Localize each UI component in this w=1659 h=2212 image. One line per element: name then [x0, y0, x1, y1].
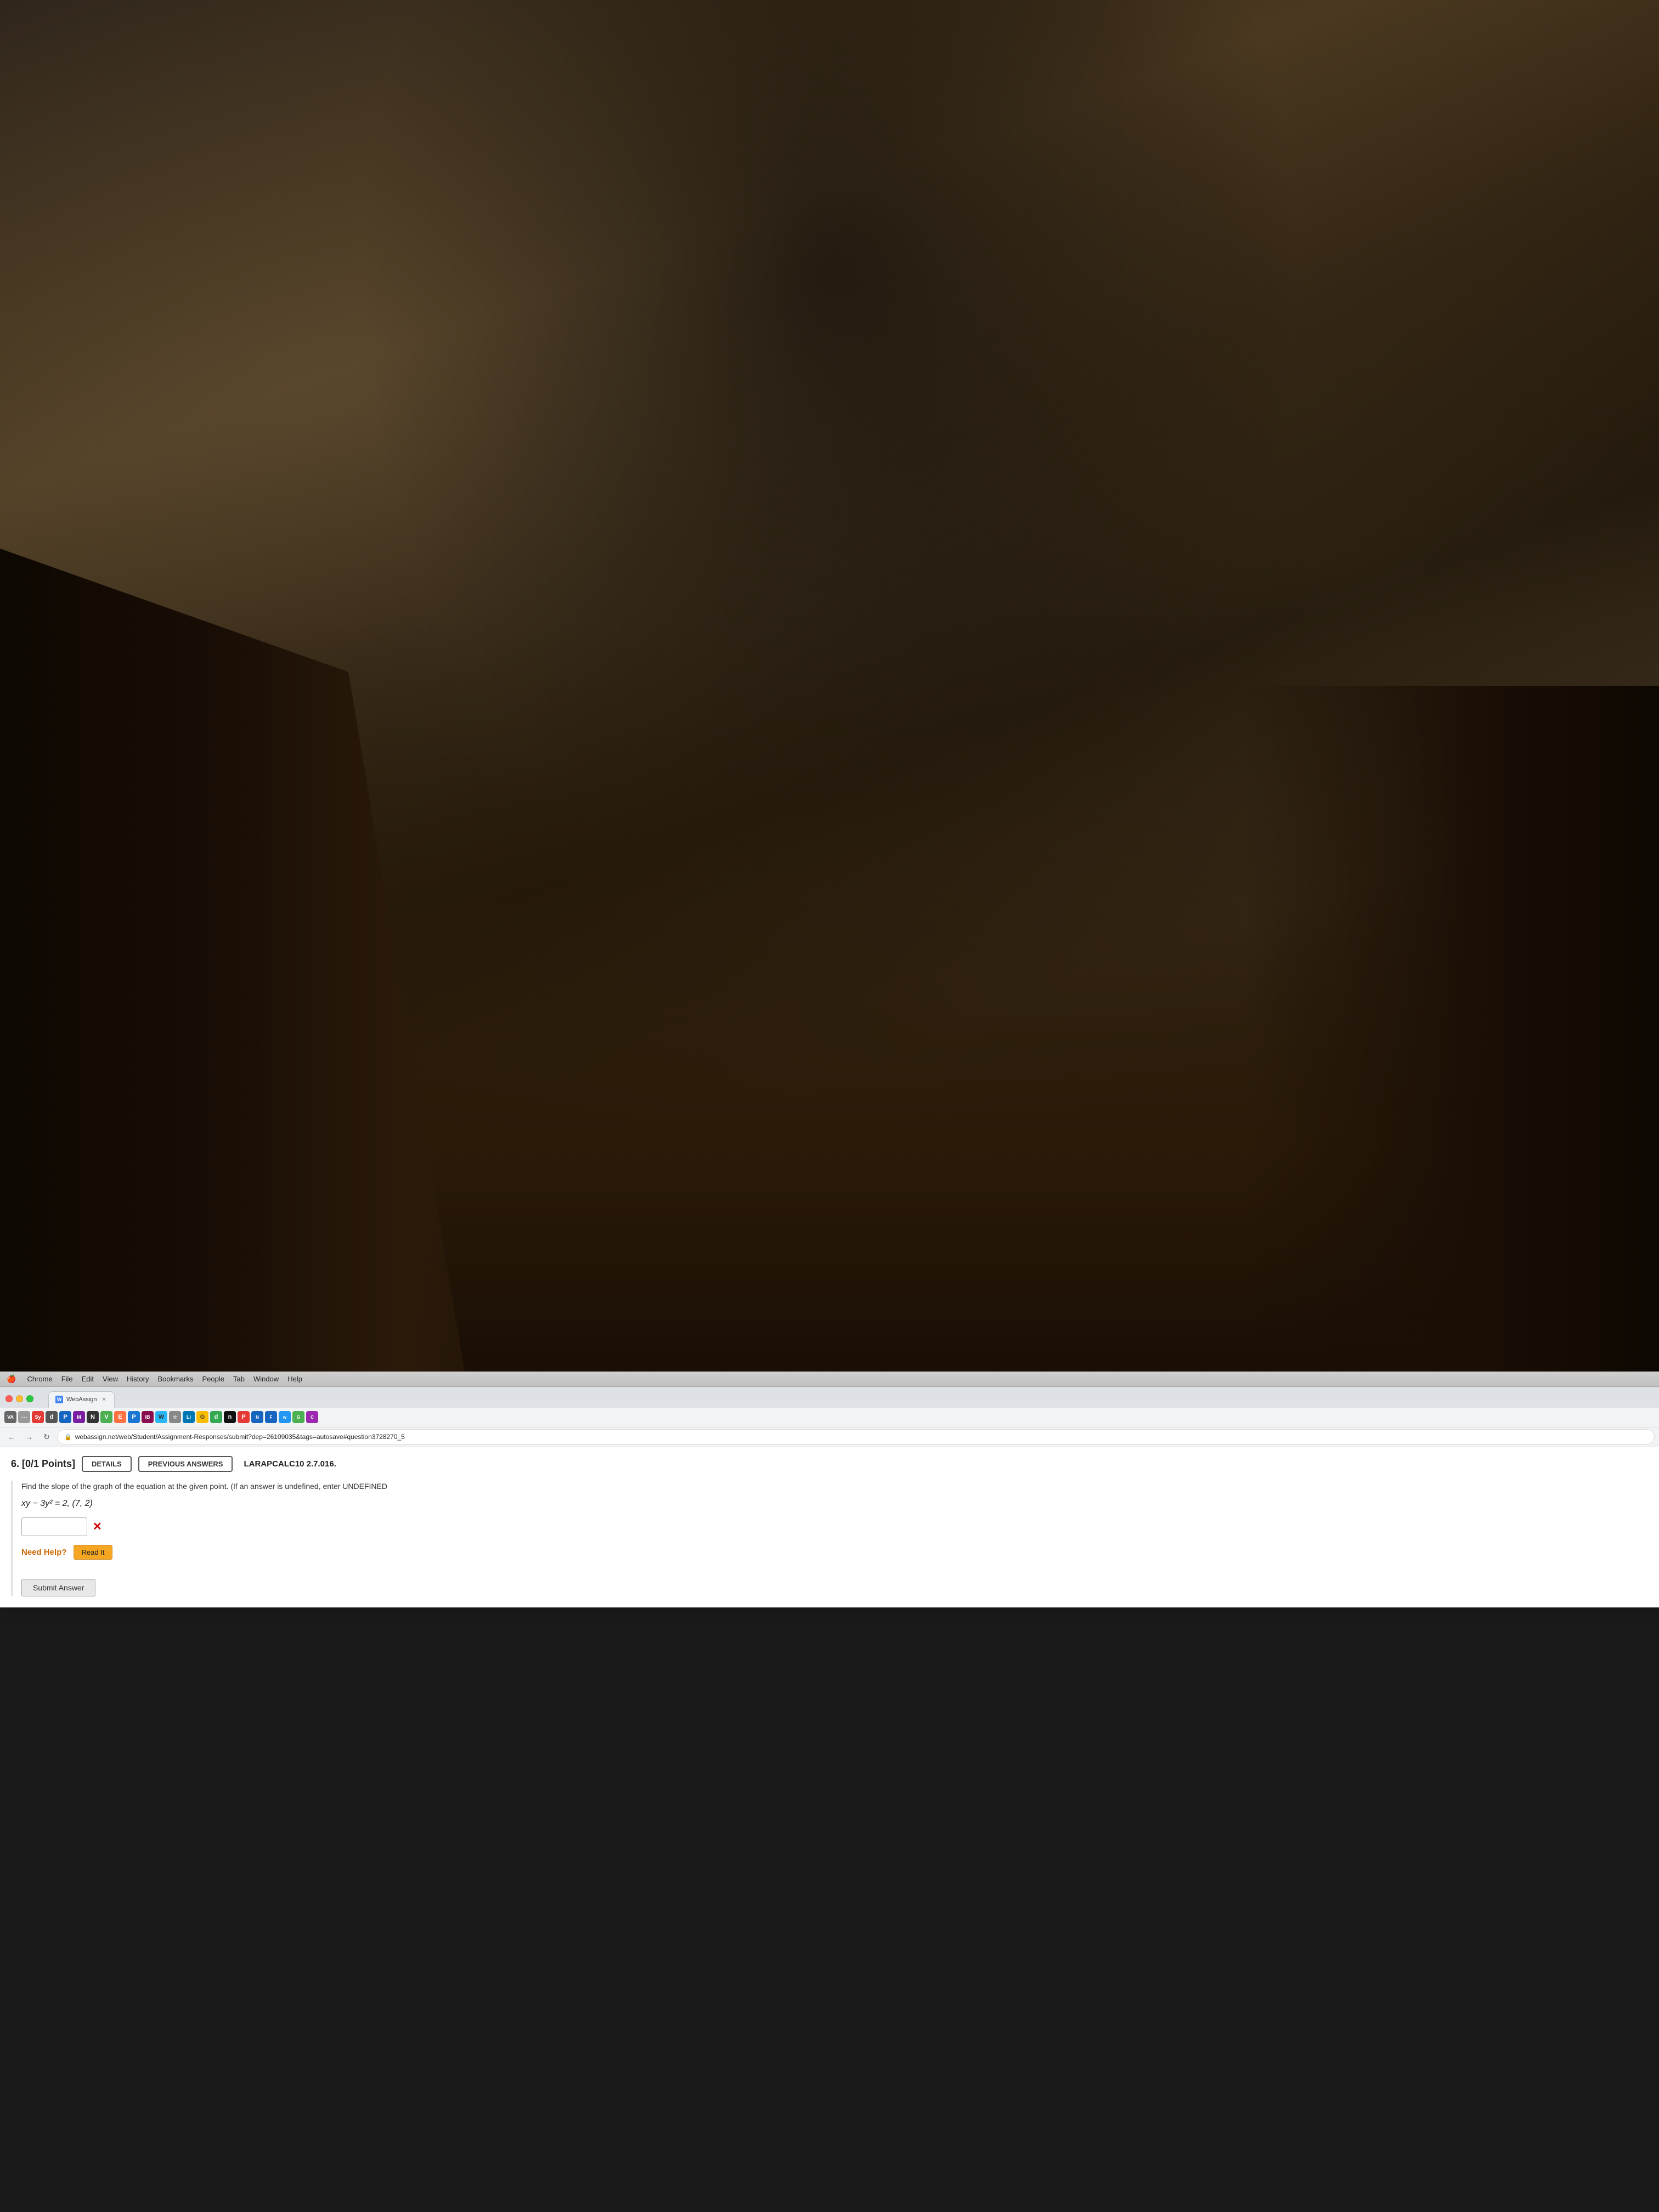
menu-help[interactable]: Help: [287, 1375, 302, 1383]
browser-wrapper: 🍎 Chrome File Edit View History Bookmark…: [0, 1372, 1659, 1607]
need-help-section: Need Help? Read It: [21, 1545, 1648, 1560]
menu-tab[interactable]: Tab: [233, 1375, 245, 1383]
ext-ef[interactable]: F: [265, 1411, 277, 1423]
ext-ib[interactable]: IB: [142, 1411, 154, 1423]
previous-answers-button[interactable]: PREVIOUS ANSWERS: [138, 1456, 233, 1472]
question-body: Find the slope of the graph of the equat…: [11, 1481, 1648, 1596]
read-it-button[interactable]: Read It: [74, 1545, 113, 1560]
ext-si[interactable]: ☆: [169, 1411, 181, 1423]
submit-button[interactable]: Submit Answer: [21, 1579, 95, 1596]
chrome-tabs-bar: W WebAssign ✕: [0, 1387, 1659, 1408]
ext-n1[interactable]: N: [87, 1411, 99, 1423]
address-input[interactable]: 🔒 webassign.net/web/Student/Assignment-R…: [57, 1429, 1655, 1444]
maximize-window-button[interactable]: [26, 1395, 33, 1402]
ext-mn[interactable]: M: [73, 1411, 85, 1423]
address-bar: ← → ↻ 🔒 webassign.net/web/Student/Assign…: [0, 1427, 1659, 1447]
question-number: 6. [0/1 Points]: [11, 1458, 75, 1470]
ext-p2[interactable]: P: [128, 1411, 140, 1423]
ext-va[interactable]: VA: [4, 1411, 16, 1423]
ext-sy[interactable]: Sy: [32, 1411, 44, 1423]
question-instruction: Find the slope of the graph of the equat…: [21, 1481, 1648, 1492]
room-background: [0, 0, 1659, 1372]
macos-menubar: 🍎 Chrome File Edit View History Bookmark…: [0, 1372, 1659, 1387]
ext-e[interactable]: E: [114, 1411, 126, 1423]
menu-chrome[interactable]: Chrome: [27, 1375, 52, 1383]
menu-bookmarks[interactable]: Bookmarks: [157, 1375, 193, 1383]
ext-af[interactable]: N: [251, 1411, 263, 1423]
forward-button[interactable]: →: [22, 1430, 36, 1444]
reload-button[interactable]: ↻: [40, 1430, 54, 1444]
ext-d1[interactable]: d: [46, 1411, 58, 1423]
tab-webassign[interactable]: W WebAssign ✕: [48, 1391, 115, 1408]
tab-label: WebAssign: [66, 1396, 97, 1403]
traffic-lights: [5, 1395, 33, 1402]
apple-menu[interactable]: 🍎: [7, 1374, 16, 1384]
ext-pp[interactable]: P: [238, 1411, 250, 1423]
menu-people[interactable]: People: [202, 1375, 224, 1383]
back-button[interactable]: ←: [4, 1430, 19, 1444]
chair-right: [1244, 686, 1659, 1372]
equation-display: xy − 3y² = 2, (7, 2): [21, 1499, 1648, 1509]
extension-icons: VA ⋯ Sy d P M N V E P IB W ☆ Li G d n P …: [4, 1411, 318, 1423]
ext-n2[interactable]: n: [224, 1411, 236, 1423]
close-window-button[interactable]: [5, 1395, 13, 1402]
ext-d2[interactable]: d: [210, 1411, 222, 1423]
details-button[interactable]: DETAILS: [82, 1456, 132, 1472]
answer-row: ✕: [21, 1517, 1648, 1536]
ext-ww[interactable]: w: [279, 1411, 291, 1423]
url-display: webassign.net/web/Student/Assignment-Res…: [75, 1433, 405, 1441]
ext-p1[interactable]: P: [59, 1411, 71, 1423]
question-header: 6. [0/1 Points] DETAILS PREVIOUS ANSWERS…: [11, 1456, 1648, 1472]
course-label: LARAPCALC10 2.7.016.: [244, 1459, 336, 1469]
need-help-label: Need Help?: [21, 1548, 67, 1557]
ext-oc[interactable]: G: [292, 1411, 304, 1423]
ext-g[interactable]: G: [196, 1411, 208, 1423]
menu-file[interactable]: File: [61, 1375, 73, 1383]
ext-ci[interactable]: C: [306, 1411, 318, 1423]
tabs-area: W WebAssign ✕: [48, 1391, 1655, 1408]
ext-w[interactable]: W: [155, 1411, 167, 1423]
page-content: 6. [0/1 Points] DETAILS PREVIOUS ANSWERS…: [0, 1447, 1659, 1607]
wrong-mark: ✕: [93, 1520, 102, 1533]
ext-h[interactable]: ⋯: [18, 1411, 30, 1423]
extensions-bar: VA ⋯ Sy d P M N V E P IB W ☆ Li G d n P …: [0, 1408, 1659, 1427]
tab-favicon: W: [55, 1396, 63, 1403]
menu-view[interactable]: View: [103, 1375, 118, 1383]
ext-ve[interactable]: V: [100, 1411, 112, 1423]
ext-li[interactable]: Li: [183, 1411, 195, 1423]
submit-section: Submit Answer: [21, 1571, 1648, 1596]
minimize-window-button[interactable]: [16, 1395, 23, 1402]
tab-close-button[interactable]: ✕: [100, 1396, 108, 1403]
answer-input[interactable]: [21, 1517, 87, 1536]
menu-history[interactable]: History: [127, 1375, 149, 1383]
lock-icon: 🔒: [64, 1434, 72, 1441]
menu-window[interactable]: Window: [253, 1375, 279, 1383]
menu-edit[interactable]: Edit: [82, 1375, 94, 1383]
